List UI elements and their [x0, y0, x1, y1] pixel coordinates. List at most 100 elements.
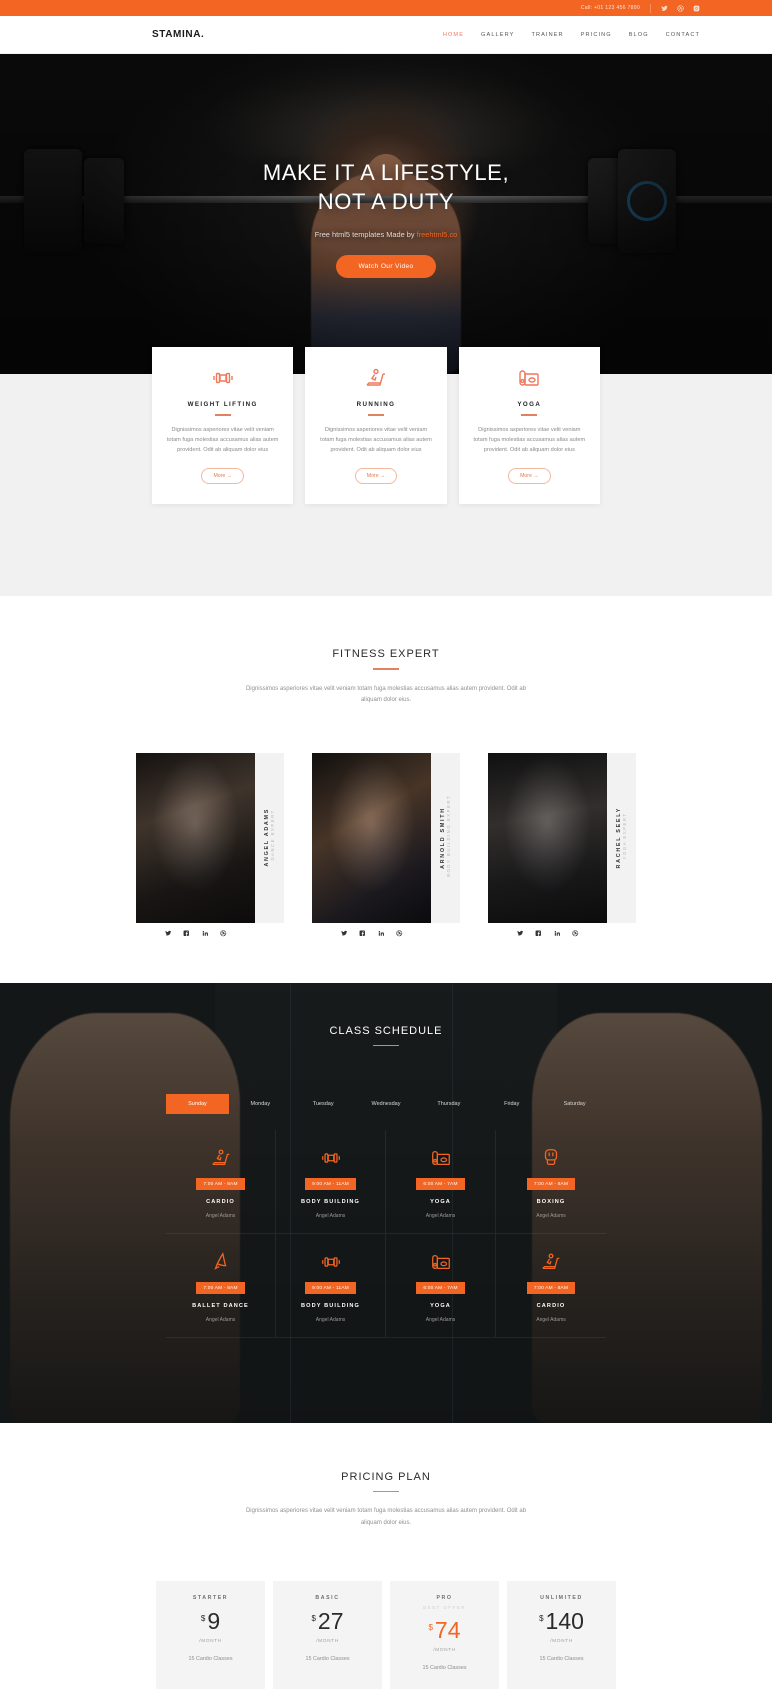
trainer-role: DANCE EXPERT — [270, 809, 275, 862]
plan-price: $ 74 — [398, 1619, 491, 1642]
linkedin-icon[interactable] — [378, 924, 385, 942]
pricing-plan-starter[interactable]: STARTER $ 9 /MONTH 15 Cardio Classes — [156, 1581, 265, 1689]
trainer-card-arnold-smith[interactable]: ARNOLD SMITH BODY BUILDING EXPERT — [312, 752, 460, 943]
twitter-icon[interactable] — [661, 5, 668, 12]
hero-content: MAKE IT A LIFESTYLE, NOT A DUTY Free htm… — [0, 54, 772, 374]
price-value: 9 — [207, 1608, 221, 1635]
dribbble-icon[interactable] — [396, 924, 403, 942]
class-name: YOGA — [430, 1303, 451, 1310]
page-title: CLASS SCHEDULE — [329, 1024, 443, 1037]
tab-wednesday[interactable]: Wednesday — [355, 1094, 418, 1114]
class-time: 6:00 AM - 7AM — [416, 1178, 465, 1191]
class-instructor: Angel Adams — [315, 1213, 346, 1220]
class-name: BALLET DANCE — [192, 1303, 249, 1310]
twitter-icon[interactable] — [164, 924, 172, 942]
heading-underline — [373, 668, 399, 670]
nav-item-trainer[interactable]: TRAINER — [531, 32, 563, 38]
dribbble-icon[interactable] — [572, 924, 579, 942]
watch-video-button[interactable]: Watch Our Video — [336, 255, 436, 279]
schedule-grid: 7:00 AM - 8AM CARDIO Angel Adams 9:00 AM… — [166, 1130, 606, 1339]
tab-saturday[interactable]: Saturday — [543, 1094, 606, 1114]
nav-item-pricing[interactable]: PRICING — [581, 32, 612, 38]
schedule-cell[interactable]: 9:00 AM - 11AM BODY BUILDING Angel Adams — [276, 1234, 386, 1339]
schedule-cell[interactable]: 7:00 AM - 8AM CARDIO Angel Adams — [166, 1130, 276, 1235]
title-underline — [521, 414, 538, 416]
treadmill-icon — [170, 1146, 271, 1170]
class-instructor: Angel Adams — [315, 1317, 346, 1324]
twitter-icon[interactable] — [340, 924, 348, 942]
schedule-cell[interactable]: 9:00 AM - 11AM BODY BUILDING Angel Adams — [276, 1130, 386, 1235]
twitter-icon[interactable] — [516, 924, 524, 942]
plan-name: PRO — [436, 1595, 453, 1602]
class-time: 6:00 AM - 7AM — [416, 1282, 465, 1295]
dumbbell-icon — [280, 1250, 381, 1274]
linkedin-icon[interactable] — [202, 924, 209, 942]
site-logo[interactable]: STAMINA. — [152, 29, 204, 40]
service-more-button[interactable]: More → — [201, 467, 244, 484]
nav-item-gallery[interactable]: GALLERY — [481, 32, 514, 38]
schedule-cell[interactable]: 6:00 AM - 7AM YOGA Angel Adams — [386, 1234, 496, 1339]
facebook-icon[interactable] — [359, 924, 366, 942]
plan-name: UNLIMITED — [540, 1595, 583, 1602]
trainer-role: YOGA EXPERT — [622, 812, 627, 860]
hero-section: MAKE IT A LIFESTYLE, NOT A DUTY Free htm… — [0, 54, 772, 374]
schedule-content: CLASS SCHEDULE Sunday Monday Tuesday Wed… — [0, 983, 772, 1339]
plan-price: $ 27 — [281, 1610, 374, 1633]
currency-symbol: $ — [311, 1614, 316, 1624]
tab-tuesday[interactable]: Tuesday — [292, 1094, 355, 1114]
page-title: FITNESS EXPERT — [332, 648, 440, 660]
tab-thursday[interactable]: Thursday — [417, 1094, 480, 1114]
heading-underline — [373, 1490, 399, 1493]
service-card-weight-lifting: WEIGHT LIFTING Dignissimos asperiores vi… — [152, 347, 294, 504]
nav-item-blog[interactable]: BLOG — [629, 32, 649, 38]
service-more-button[interactable]: More → — [508, 467, 551, 484]
trainer-card-rachel-seely[interactable]: RACHEL SEELY YOGA EXPERT — [488, 752, 636, 943]
nav-item-contact[interactable]: CONTACT — [666, 32, 700, 38]
pricing-plan-unlimited[interactable]: UNLIMITED $ 140 /MONTH 15 Cardio Classes — [507, 1581, 616, 1689]
schedule-cell[interactable]: 7:00 AM - 8AM CARDIO Angel Adams — [496, 1234, 606, 1339]
dumbbell-icon — [166, 365, 279, 391]
facebook-icon[interactable] — [535, 924, 542, 942]
pricing-plan-pro[interactable]: PRO BEST OFFER $ 74 /MONTH 15 Cardio Cla… — [390, 1581, 499, 1689]
service-description: Dignissimos asperiores vitae velit venia… — [473, 426, 586, 454]
facebook-icon[interactable] — [183, 924, 190, 942]
yoga-mat-icon — [390, 1250, 491, 1274]
dribbble-icon[interactable] — [220, 924, 227, 942]
trainer-card-angel-adams[interactable]: ANGEL ADAMS DANCE EXPERT — [136, 752, 284, 943]
class-time: 9:00 AM - 11AM — [305, 1282, 356, 1295]
nav-item-home[interactable]: HOME — [443, 32, 464, 38]
hero-credit-link[interactable]: freehtml5.co — [417, 230, 458, 239]
instagram-icon[interactable] — [693, 5, 700, 12]
pricing-plan-basic[interactable]: BASIC $ 27 /MONTH 15 Cardio Classes — [273, 1581, 382, 1689]
yoga-mat-icon — [390, 1146, 491, 1170]
service-more-button[interactable]: More → — [354, 467, 398, 484]
class-instructor: Angel Adams — [205, 1213, 236, 1220]
service-title: YOGA — [517, 401, 542, 408]
dribbble-icon[interactable] — [677, 4, 684, 12]
trainer-role: BODY BUILDING EXPERT — [446, 794, 451, 877]
schedule-cell[interactable]: 6:00 AM - 7AM YOGA Angel Adams — [386, 1130, 496, 1235]
service-card-yoga: YOGA Dignissimos asperiores vitae velit … — [458, 347, 600, 504]
hero-subtitle-text: Free html5 templates Made by — [314, 230, 417, 240]
trainer-meta: ANGEL ADAMS DANCE EXPERT — [255, 752, 284, 923]
treadmill-icon — [319, 365, 432, 391]
currency-symbol: $ — [200, 1614, 206, 1624]
class-name: BODY BUILDING — [301, 1199, 360, 1206]
class-instructor: Angel Adams — [536, 1317, 566, 1324]
hero-subtitle: Free html5 templates Made by freehtml5.c… — [315, 230, 458, 239]
tab-sunday[interactable]: Sunday — [166, 1094, 229, 1115]
linkedin-icon[interactable] — [554, 924, 561, 942]
page-root: Call: +01 123 456 7890 STAMINA. HOME GAL… — [0, 0, 772, 1689]
nav-links: HOME GALLERY TRAINER PRICING BLOG CONTAC… — [443, 32, 700, 38]
class-time: 7:00 AM - 8AM — [526, 1282, 576, 1295]
plan-feature: 15 Cardio Classes — [539, 1656, 584, 1663]
tab-monday[interactable]: Monday — [229, 1094, 292, 1114]
tab-friday[interactable]: Friday — [480, 1094, 543, 1114]
title-underline — [367, 414, 384, 416]
schedule-heading: CLASS SCHEDULE — [0, 1025, 772, 1047]
plan-price: $ 140 — [515, 1610, 608, 1633]
schedule-cell[interactable]: 7:00 AM - 8AM BOXING Angel Adams — [496, 1130, 606, 1235]
experts-subtitle: Dignissimos asperiores vitae velit venia… — [245, 685, 527, 704]
schedule-cell[interactable]: 7:00 AM - 8AM BALLET DANCE Angel Adams — [166, 1234, 276, 1339]
pricing-subtitle: Dignissimos asperiores vitae velit venia… — [245, 1508, 527, 1526]
